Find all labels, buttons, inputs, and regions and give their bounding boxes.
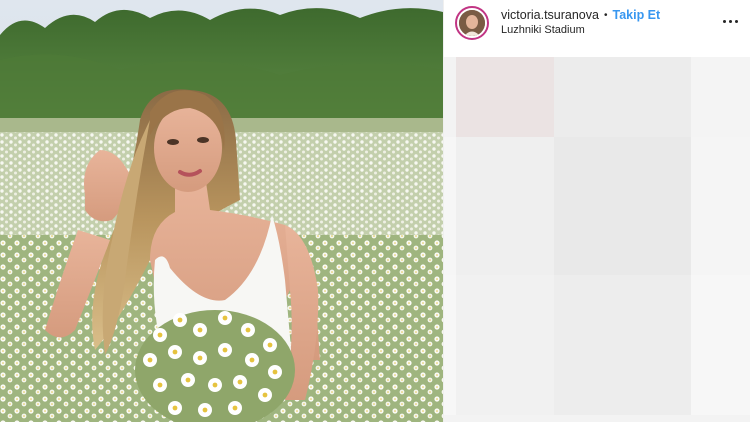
blur-tile [444,415,750,422]
dot [728,19,732,23]
blur-tile [456,57,554,137]
blur-tile [456,137,554,275]
blur-tile [554,57,691,137]
follow-button[interactable]: Takip Et [612,8,660,23]
avatar-image [459,10,485,36]
profile-avatar[interactable] [455,6,489,40]
dot [722,19,726,23]
post-header: victoria.tsuranova • Takip Et Luzhniki S… [444,0,750,46]
blur-tile [554,275,691,415]
more-options-icon[interactable] [720,11,740,31]
blur-tile [554,137,691,275]
blur-tile [691,57,750,137]
post-photo[interactable] [0,0,443,422]
blur-tile [456,275,554,415]
blur-tile [444,275,456,415]
username-link[interactable]: victoria.tsuranova [501,8,599,23]
blur-tile [691,137,750,275]
separator-dot: • [603,10,608,21]
header-title-row: victoria.tsuranova • Takip Et [501,8,660,23]
dot [734,19,738,23]
post-meta: victoria.tsuranova • Takip Et Luzhniki S… [501,8,660,38]
photo-image [0,0,443,422]
blur-tile [444,57,456,137]
instagram-post: victoria.tsuranova • Takip Et Luzhniki S… [0,0,750,422]
blurred-comments-area [444,57,750,422]
post-side-panel: victoria.tsuranova • Takip Et Luzhniki S… [443,0,750,422]
blur-tile [691,275,750,415]
blur-tile [444,137,456,275]
location-link[interactable]: Luzhniki Stadium [501,23,660,38]
